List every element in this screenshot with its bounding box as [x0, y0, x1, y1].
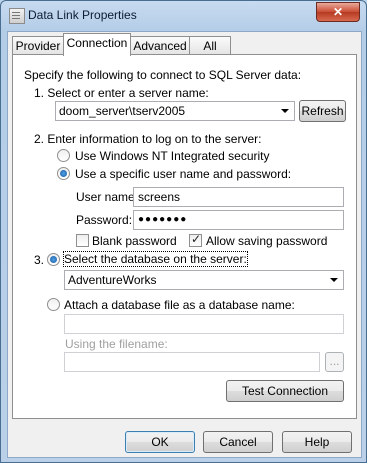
dialog-window: Data Link Properties ✕ Provider Connecti… [0, 0, 367, 463]
radio-specific-credentials[interactable] [57, 167, 70, 180]
step1-label: 1. Select or enter a server name: [34, 86, 209, 100]
chevron-down-icon[interactable] [281, 109, 289, 113]
server-name-value: doom_server\tserv2005 [59, 104, 186, 118]
attach-database-name-field[interactable] [64, 314, 344, 334]
blank-password-checkbox[interactable] [76, 234, 89, 247]
username-field[interactable]: screens [133, 187, 344, 207]
radio-select-database[interactable] [47, 253, 60, 266]
window-title: Data Link Properties [28, 8, 137, 22]
help-button-label: Help [304, 435, 330, 449]
cancel-button-label: Cancel [219, 435, 257, 449]
server-name-combo[interactable]: doom_server\tserv2005 [55, 101, 295, 121]
title-bar[interactable]: Data Link Properties ✕ [1, 1, 366, 29]
allow-saving-password-label[interactable]: Allow saving password [206, 234, 327, 248]
test-connection-button[interactable]: Test Connection [226, 380, 344, 402]
password-label: Password: [76, 213, 133, 227]
username-label: User name: [76, 190, 139, 204]
help-button[interactable]: Help [282, 431, 352, 453]
tab-all[interactable]: All [189, 36, 231, 55]
refresh-button[interactable]: Refresh [299, 100, 346, 122]
refresh-button-label: Refresh [301, 104, 344, 118]
chevron-down-icon[interactable] [330, 278, 338, 282]
allow-saving-password-checkbox[interactable] [189, 232, 202, 247]
intro-text: Specify the following to connect to SQL … [24, 68, 302, 82]
browse-button[interactable]: ... [325, 352, 344, 372]
tab-connection[interactable]: Connection [63, 33, 131, 56]
step3-number: 3. [34, 253, 45, 267]
radio-windows-security-label[interactable]: Use Windows NT Integrated security [75, 149, 270, 163]
close-button[interactable]: ✕ [316, 2, 360, 22]
filename-label: Using the filename: [65, 337, 168, 351]
tab-advanced[interactable]: Advanced [130, 36, 190, 55]
step2-label: 2. Enter information to log on to the se… [34, 132, 262, 146]
database-combo[interactable]: AdventureWorks [64, 270, 344, 290]
browse-button-label: ... [329, 354, 340, 368]
password-field[interactable]: ●●●●●●● [133, 210, 344, 230]
radio-attach-file[interactable] [47, 298, 60, 311]
ok-button-label: OK [151, 435, 169, 449]
test-connection-label: Test Connection [241, 384, 329, 398]
tab-provider[interactable]: Provider [12, 36, 64, 55]
cancel-button[interactable]: Cancel [203, 431, 273, 453]
database-value: AdventureWorks [68, 273, 157, 287]
connection-panel: Specify the following to connect to SQL … [12, 54, 357, 419]
radio-select-database-label[interactable]: Select the database on the server: [63, 251, 248, 267]
radio-windows-security[interactable] [57, 149, 70, 162]
radio-specific-credentials-label[interactable]: Use a specific user name and password: [75, 167, 291, 181]
data-link-icon [9, 8, 25, 24]
ok-button[interactable]: OK [125, 431, 195, 453]
filename-field[interactable] [64, 352, 320, 372]
dialog-client-area: Provider Connection Advanced All Specify… [7, 31, 362, 458]
blank-password-label[interactable]: Blank password [92, 234, 177, 248]
radio-attach-file-label[interactable]: Attach a database file as a database nam… [64, 298, 295, 312]
